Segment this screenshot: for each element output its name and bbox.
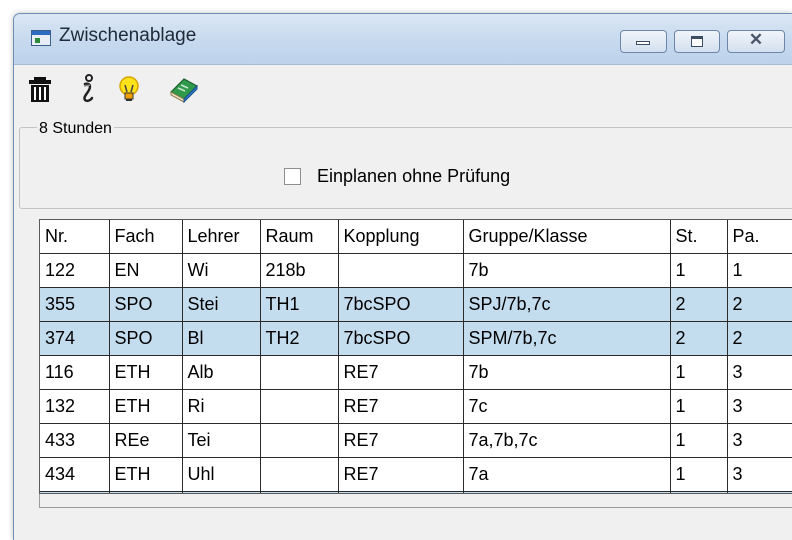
column-header-kopplung[interactable]: Kopplung bbox=[337, 220, 464, 254]
grid-bottom-edge bbox=[39, 494, 792, 508]
cell-st[interactable]: 1 bbox=[669, 423, 728, 458]
column-header-pa[interactable]: Pa. bbox=[726, 220, 792, 254]
cell-kopplung[interactable]: RE7 bbox=[337, 389, 464, 424]
cell-st[interactable]: 1 bbox=[669, 457, 728, 492]
table-row[interactable]: 434 ETH Uhl RE7 7a 1 3 bbox=[40, 457, 792, 492]
trash-icon[interactable] bbox=[24, 73, 56, 105]
table-row[interactable]: 355 SPO Stei TH1 7bcSPO SPJ/7b,7c 2 2 bbox=[40, 287, 792, 322]
table-header-row: Nr. Fach Lehrer Raum Kopplung Gruppe/Klasse St… bbox=[40, 220, 792, 254]
close-button[interactable]: ✕ bbox=[727, 30, 785, 53]
cell-st[interactable]: 1 bbox=[669, 355, 728, 390]
title-bar[interactable]: Zwischenablage ✕ bbox=[14, 14, 792, 65]
cell-kopplung[interactable]: 7bcSPO bbox=[337, 321, 464, 356]
cell-gruppe-klasse[interactable]: 7a,7b,7c bbox=[462, 423, 671, 458]
cell-st[interactable]: 2 bbox=[669, 287, 728, 322]
lessons-table: Nr. Fach Lehrer Raum Kopplung Gruppe/Klasse St… bbox=[40, 220, 792, 493]
cell-nr[interactable]: 355 bbox=[40, 287, 110, 322]
cell-gruppe-klasse[interactable]: 7b bbox=[462, 355, 671, 390]
cell-lehrer[interactable]: Stei bbox=[181, 287, 261, 322]
cell-raum[interactable]: 218b bbox=[259, 253, 339, 288]
cell-lehrer[interactable]: Wi bbox=[181, 253, 261, 288]
cell-raum[interactable] bbox=[259, 389, 339, 424]
cell-lehrer[interactable]: Alb bbox=[181, 355, 261, 390]
cell-kopplung[interactable]: 7bcSPO bbox=[337, 287, 464, 322]
column-header-lehrer[interactable]: Lehrer bbox=[181, 220, 261, 254]
cell-fach[interactable]: SPO bbox=[108, 321, 183, 356]
lightbulb-icon[interactable] bbox=[113, 73, 145, 105]
column-header-fach[interactable]: Fach bbox=[108, 220, 183, 254]
cell-pa[interactable]: 3 bbox=[726, 423, 792, 458]
cell-pa[interactable]: 3 bbox=[726, 389, 792, 424]
cell-fach[interactable]: ETH bbox=[108, 389, 183, 424]
column-header-raum[interactable]: Raum bbox=[259, 220, 339, 254]
cell-lehrer[interactable]: Tei bbox=[181, 423, 261, 458]
column-header-st[interactable]: St. bbox=[669, 220, 728, 254]
cell-lehrer[interactable]: Ri bbox=[181, 389, 261, 424]
cell-pa[interactable]: 1 bbox=[726, 253, 792, 288]
window-title: Zwischenablage bbox=[59, 25, 197, 46]
schedule-without-check-checkbox[interactable] bbox=[284, 168, 301, 185]
cell-pa[interactable]: 3 bbox=[726, 457, 792, 492]
lessons-grid[interactable]: Nr. Fach Lehrer Raum Kopplung Gruppe/Klasse St… bbox=[39, 219, 792, 494]
minimize-icon bbox=[636, 41, 650, 45]
column-header-nr[interactable]: Nr. bbox=[40, 220, 110, 254]
cell-lehrer[interactable]: Uhl bbox=[181, 457, 261, 492]
column-header-gruppe-klasse[interactable]: Gruppe/Klasse bbox=[462, 220, 671, 254]
book-icon[interactable] bbox=[168, 73, 200, 105]
cell-kopplung[interactable]: RE7 bbox=[337, 423, 464, 458]
table-row[interactable]: 433 REe Tei RE7 7a,7b,7c 1 3 bbox=[40, 423, 792, 458]
schedule-without-check-label: Einplanen ohne Prüfung bbox=[317, 166, 511, 186]
cell-fach[interactable]: ETH bbox=[108, 355, 183, 390]
minimize-button[interactable] bbox=[620, 30, 667, 53]
cell-fach[interactable]: REe bbox=[108, 423, 183, 458]
clipboard-window: Zwischenablage ✕ 8 Stunden Einplanen ohn… bbox=[13, 13, 792, 540]
cell-pa[interactable]: 2 bbox=[726, 287, 792, 322]
maximize-button[interactable] bbox=[674, 30, 720, 53]
table-row[interactable]: 132 ETH Ri RE7 7c 1 3 bbox=[40, 389, 792, 424]
cell-st[interactable]: 1 bbox=[669, 389, 728, 424]
cell-gruppe-klasse[interactable]: 7b bbox=[462, 253, 671, 288]
cell-st[interactable]: 1 bbox=[669, 253, 728, 288]
toolbar bbox=[14, 65, 792, 123]
maximize-icon bbox=[691, 36, 703, 47]
cell-raum[interactable]: TH2 bbox=[259, 321, 339, 356]
table-row[interactable]: 116 ETH Alb RE7 7b 1 3 bbox=[40, 355, 792, 390]
cell-nr[interactable]: 374 bbox=[40, 321, 110, 356]
cell-gruppe-klasse[interactable]: 7c bbox=[462, 389, 671, 424]
close-icon: ✕ bbox=[748, 30, 764, 49]
cell-nr[interactable]: 116 bbox=[40, 355, 110, 390]
cell-nr[interactable]: 122 bbox=[40, 253, 110, 288]
cell-nr[interactable]: 433 bbox=[40, 423, 110, 458]
cell-gruppe-klasse[interactable]: SPM/7b,7c bbox=[462, 321, 671, 356]
info-icon[interactable] bbox=[71, 73, 103, 105]
table-row[interactable]: 122 EN Wi 218b 7b 1 1 bbox=[40, 253, 792, 288]
cell-gruppe-klasse[interactable]: 7a bbox=[462, 457, 671, 492]
cell-kopplung[interactable]: RE7 bbox=[337, 355, 464, 390]
hours-group-label: 8 Stunden bbox=[37, 120, 114, 138]
cell-fach[interactable]: EN bbox=[108, 253, 183, 288]
cell-lehrer[interactable]: Bl bbox=[181, 321, 261, 356]
cell-fach[interactable]: SPO bbox=[108, 287, 183, 322]
cell-gruppe-klasse[interactable]: SPJ/7b,7c bbox=[462, 287, 671, 322]
cell-fach[interactable]: ETH bbox=[108, 457, 183, 492]
cell-raum[interactable] bbox=[259, 355, 339, 390]
cell-raum[interactable] bbox=[259, 423, 339, 458]
cell-raum[interactable] bbox=[259, 457, 339, 492]
cell-st[interactable]: 2 bbox=[669, 321, 728, 356]
window-app-icon bbox=[31, 30, 51, 46]
cell-pa[interactable]: 3 bbox=[726, 355, 792, 390]
cell-kopplung[interactable]: RE7 bbox=[337, 457, 464, 492]
cell-kopplung[interactable] bbox=[337, 253, 464, 288]
cell-nr[interactable]: 434 bbox=[40, 457, 110, 492]
table-row[interactable]: 374 SPO Bl TH2 7bcSPO SPM/7b,7c 2 2 bbox=[40, 321, 792, 356]
cell-raum[interactable]: TH1 bbox=[259, 287, 339, 322]
cell-pa[interactable]: 2 bbox=[726, 321, 792, 356]
cell-nr[interactable]: 132 bbox=[40, 389, 110, 424]
